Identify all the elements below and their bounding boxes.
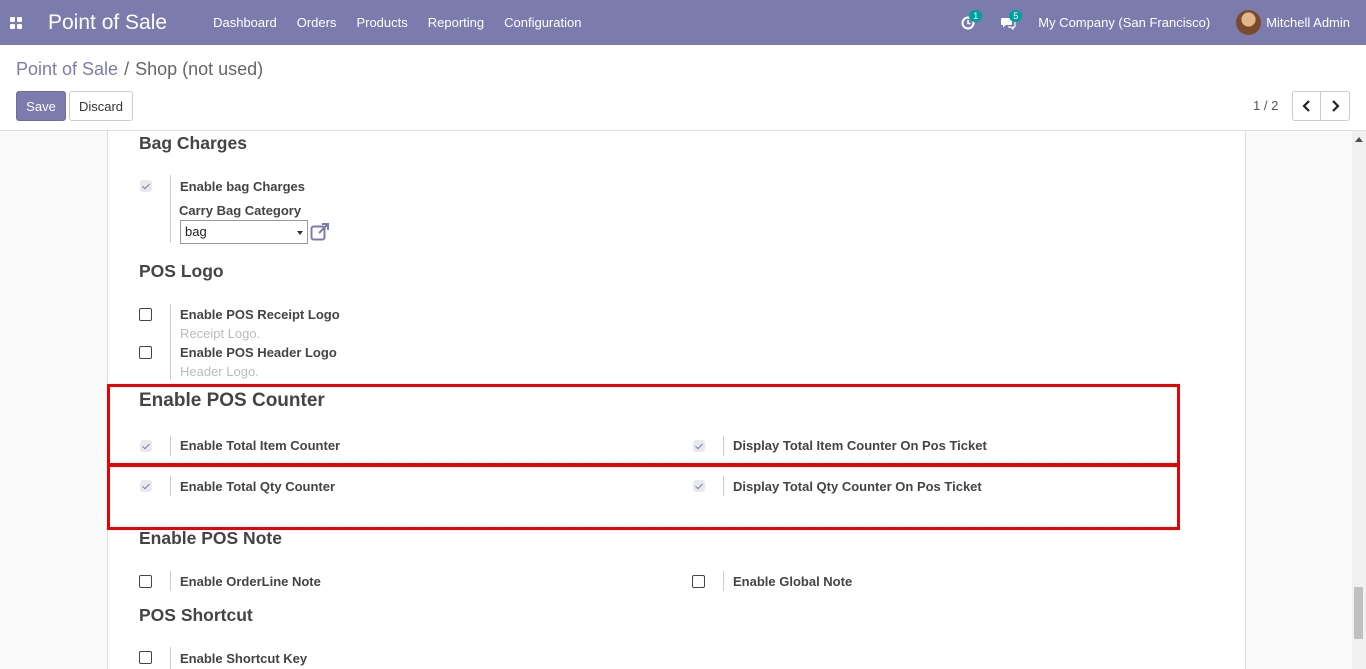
pager-buttons [1292, 91, 1350, 121]
highlight-box-qty-counter [107, 464, 1180, 530]
pager-value[interactable]: 1 / 2 [1253, 98, 1278, 113]
carry-bag-category-select[interactable]: bag [180, 220, 308, 244]
enable-orderline-note-label: Enable OrderLine Note [180, 574, 321, 589]
breadcrumb: Point of Sale / Shop (not used) [16, 59, 263, 80]
receipt-logo-hint: Receipt Logo. [180, 326, 261, 341]
chevron-left-icon [1301, 100, 1310, 112]
enable-bag-charges-checkbox[interactable] [140, 180, 152, 192]
menu-orders[interactable]: Orders [297, 15, 337, 30]
enable-header-logo-label: Enable POS Header Logo [180, 345, 337, 360]
chevron-right-icon [1332, 100, 1340, 112]
field-divider [170, 647, 171, 669]
activity-icon[interactable]: 1 [958, 9, 983, 33]
enable-shortcut-key-label: Enable Shortcut Key [180, 651, 308, 666]
field-divider [170, 175, 171, 243]
field-divider [723, 571, 724, 591]
section-title-pos-shortcut: POS Shortcut [139, 605, 253, 625]
enable-shortcut-key-checkbox[interactable] [139, 651, 152, 664]
dropdown-caret-icon[interactable] [297, 231, 303, 235]
external-link-icon[interactable] [310, 223, 330, 241]
breadcrumb-separator: / [124, 59, 130, 79]
breadcrumb-root[interactable]: Point of Sale [16, 59, 118, 79]
enable-orderline-note-checkbox[interactable] [139, 575, 152, 588]
section-title-pos-logo: POS Logo [139, 261, 224, 281]
save-button[interactable]: Save [16, 91, 66, 121]
control-panel: Point of Sale / Shop (not used) Save Disca… [0, 45, 1366, 131]
breadcrumb-current: Shop (not used) [135, 59, 264, 79]
enable-global-note-label: Enable Global Note [733, 574, 853, 589]
apps-menu-icon[interactable] [0, 0, 32, 45]
discard-button[interactable]: Discard [69, 91, 133, 121]
scrollbar-thumb[interactable] [1354, 587, 1363, 639]
activity-badge: 1 [969, 9, 983, 22]
highlight-box-item-counter [107, 384, 1180, 466]
vertical-scrollbar[interactable] [1352, 131, 1366, 669]
enable-receipt-logo-label: Enable POS Receipt Logo [180, 307, 340, 322]
enable-bag-charges-label: Enable bag Charges [180, 179, 305, 194]
company-switcher[interactable]: My Company (San Francisco) [1038, 15, 1210, 30]
messages-icon[interactable]: 5 [998, 9, 1023, 33]
enable-receipt-logo-checkbox[interactable] [139, 308, 152, 321]
carry-bag-category-label: Carry Bag Category [179, 203, 302, 218]
enable-header-logo-checkbox[interactable] [139, 346, 152, 359]
enable-global-note-checkbox[interactable] [692, 575, 705, 588]
section-title-bag-charges: Bag Charges [139, 133, 247, 153]
user-avatar[interactable] [1236, 10, 1262, 35]
app-title[interactable]: Point of Sale [48, 11, 167, 35]
menu-products[interactable]: Products [356, 15, 407, 30]
scroll-up-arrow-icon[interactable] [1355, 137, 1363, 142]
messages-badge: 5 [1009, 9, 1023, 22]
previous-record-button[interactable] [1292, 91, 1321, 121]
top-navbar: Point of Sale Dashboard Orders Products … [0, 0, 1366, 45]
menu-configuration[interactable]: Configuration [504, 15, 581, 30]
menu-reporting[interactable]: Reporting [428, 15, 484, 30]
section-title-pos-note: Enable POS Note [139, 528, 282, 548]
field-divider [170, 304, 171, 380]
carry-bag-category-value: bag [185, 224, 207, 239]
menu-dashboard[interactable]: Dashboard [213, 15, 277, 30]
next-record-button[interactable] [1321, 91, 1350, 121]
header-logo-hint: Header Logo. [180, 364, 259, 379]
field-divider [170, 571, 171, 591]
user-menu[interactable]: Mitchell Admin [1266, 15, 1350, 30]
